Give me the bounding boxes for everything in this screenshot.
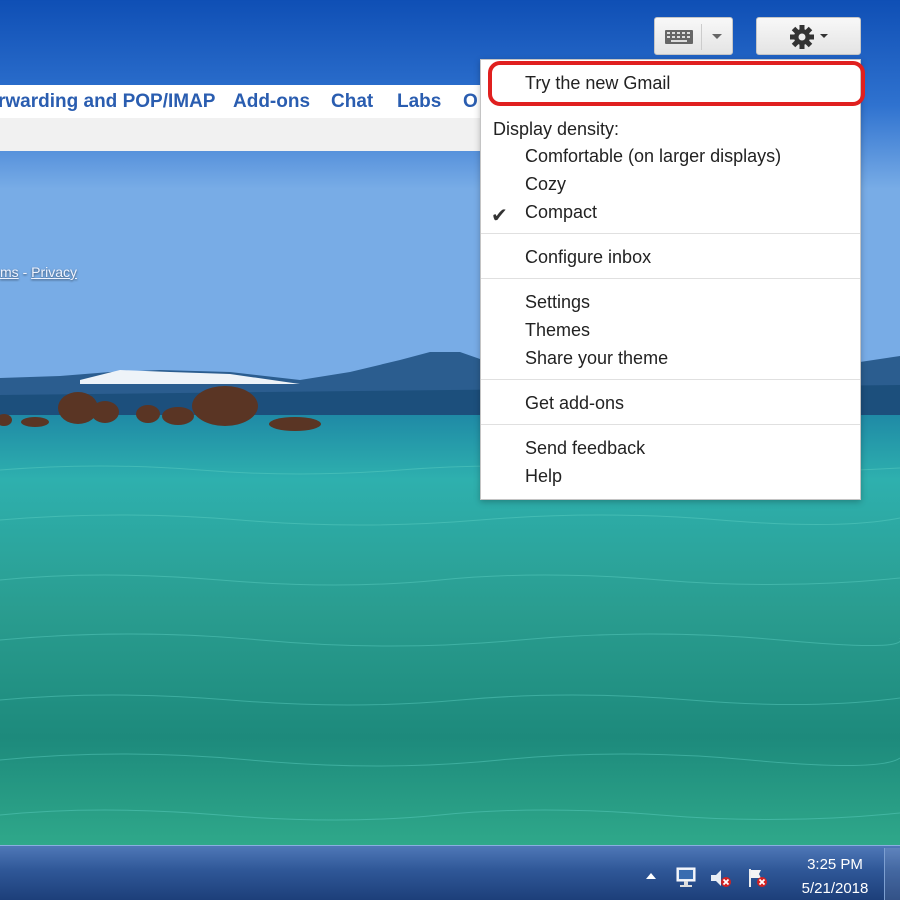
clock-date[interactable]: 5/21/2018 (790, 880, 880, 897)
menu-item-comfortable[interactable]: Comfortable (on larger displays) (525, 146, 781, 167)
volume-muted-icon[interactable] (708, 866, 732, 890)
menu-item-compact[interactable]: Compact (525, 202, 597, 223)
menu-item-cozy[interactable]: Cozy (525, 174, 566, 195)
settings-tabs: rwarding and POP/IMAP Add-ons Chat Labs … (0, 85, 490, 118)
button-divider (701, 24, 702, 50)
menu-divider (481, 379, 860, 380)
keyboard-input-button[interactable] (654, 17, 733, 55)
terms-link[interactable]: ms (0, 264, 19, 280)
settings-dropdown-menu: Try the new Gmail Display density: Comfo… (480, 59, 865, 500)
menu-divider (481, 424, 860, 425)
menu-divider (481, 278, 860, 279)
tab-forwarding-pop-imap[interactable]: rwarding and POP/IMAP (0, 91, 215, 113)
menu-item-configure-inbox[interactable]: Configure inbox (525, 247, 651, 268)
menu-item-try-new-gmail[interactable]: Try the new Gmail (525, 73, 670, 94)
chevron-down-icon (820, 34, 828, 38)
clock-time[interactable]: 3:25 PM (790, 856, 880, 873)
show-desktop-button[interactable] (884, 848, 900, 900)
keyboard-icon (665, 30, 693, 44)
action-center-flag-icon[interactable] (745, 866, 769, 890)
network-icon[interactable] (674, 866, 698, 890)
tab-offline[interactable]: O (463, 91, 478, 113)
menu-item-get-add-ons[interactable]: Get add-ons (525, 393, 624, 414)
taskbar: 3:25 PM 5/21/2018 (0, 845, 900, 900)
gear-icon (790, 25, 814, 49)
tab-add-ons[interactable]: Add-ons (233, 91, 310, 113)
menu-item-send-feedback[interactable]: Send feedback (525, 438, 645, 459)
chevron-down-icon[interactable] (712, 34, 722, 39)
tab-chat[interactable]: Chat (331, 91, 373, 113)
privacy-link[interactable]: Privacy (31, 264, 77, 280)
menu-divider (481, 233, 860, 234)
settings-content-bar (0, 118, 490, 151)
footer-links: ms - Privacy (0, 264, 77, 280)
menu-item-themes[interactable]: Themes (525, 320, 590, 341)
show-hidden-icons-arrow-icon[interactable] (646, 873, 656, 879)
checkmark-icon: ✔ (491, 205, 508, 227)
tab-labs[interactable]: Labs (397, 91, 441, 113)
menu-item-help[interactable]: Help (525, 466, 562, 487)
footer-separator: - (22, 264, 28, 280)
menu-item-settings[interactable]: Settings (525, 292, 590, 313)
settings-gear-button[interactable] (756, 17, 861, 55)
menu-item-share-theme[interactable]: Share your theme (525, 348, 668, 369)
density-header: Display density: (493, 119, 620, 139)
